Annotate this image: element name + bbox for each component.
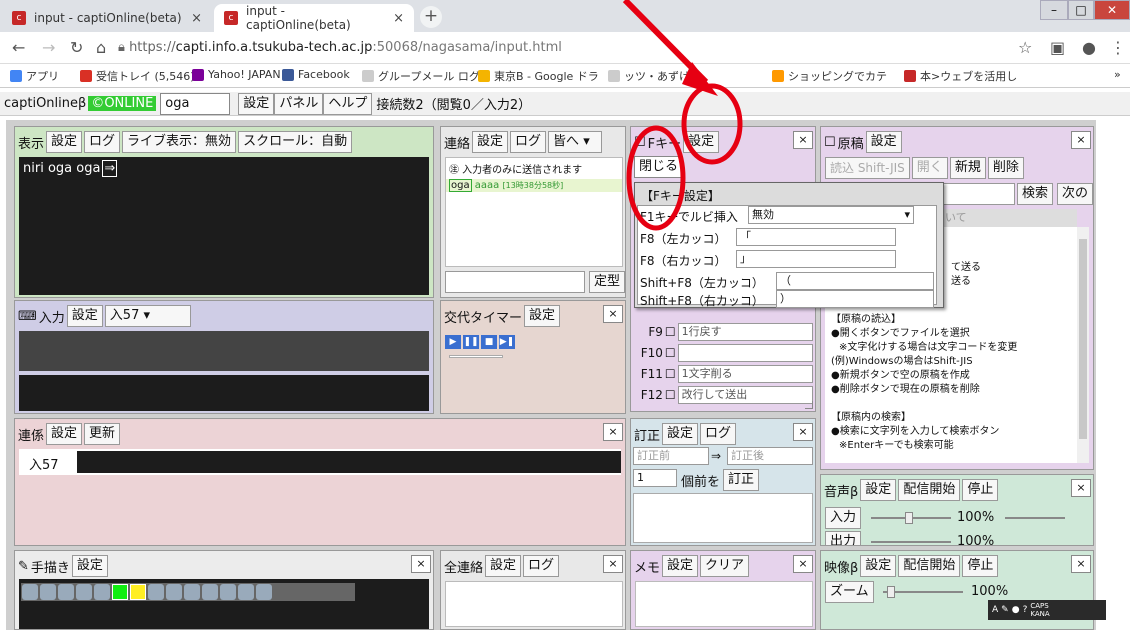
annotation-circle-close xyxy=(626,125,686,231)
annotation-circle-settings xyxy=(681,83,743,165)
annotation-overlay xyxy=(622,0,743,231)
